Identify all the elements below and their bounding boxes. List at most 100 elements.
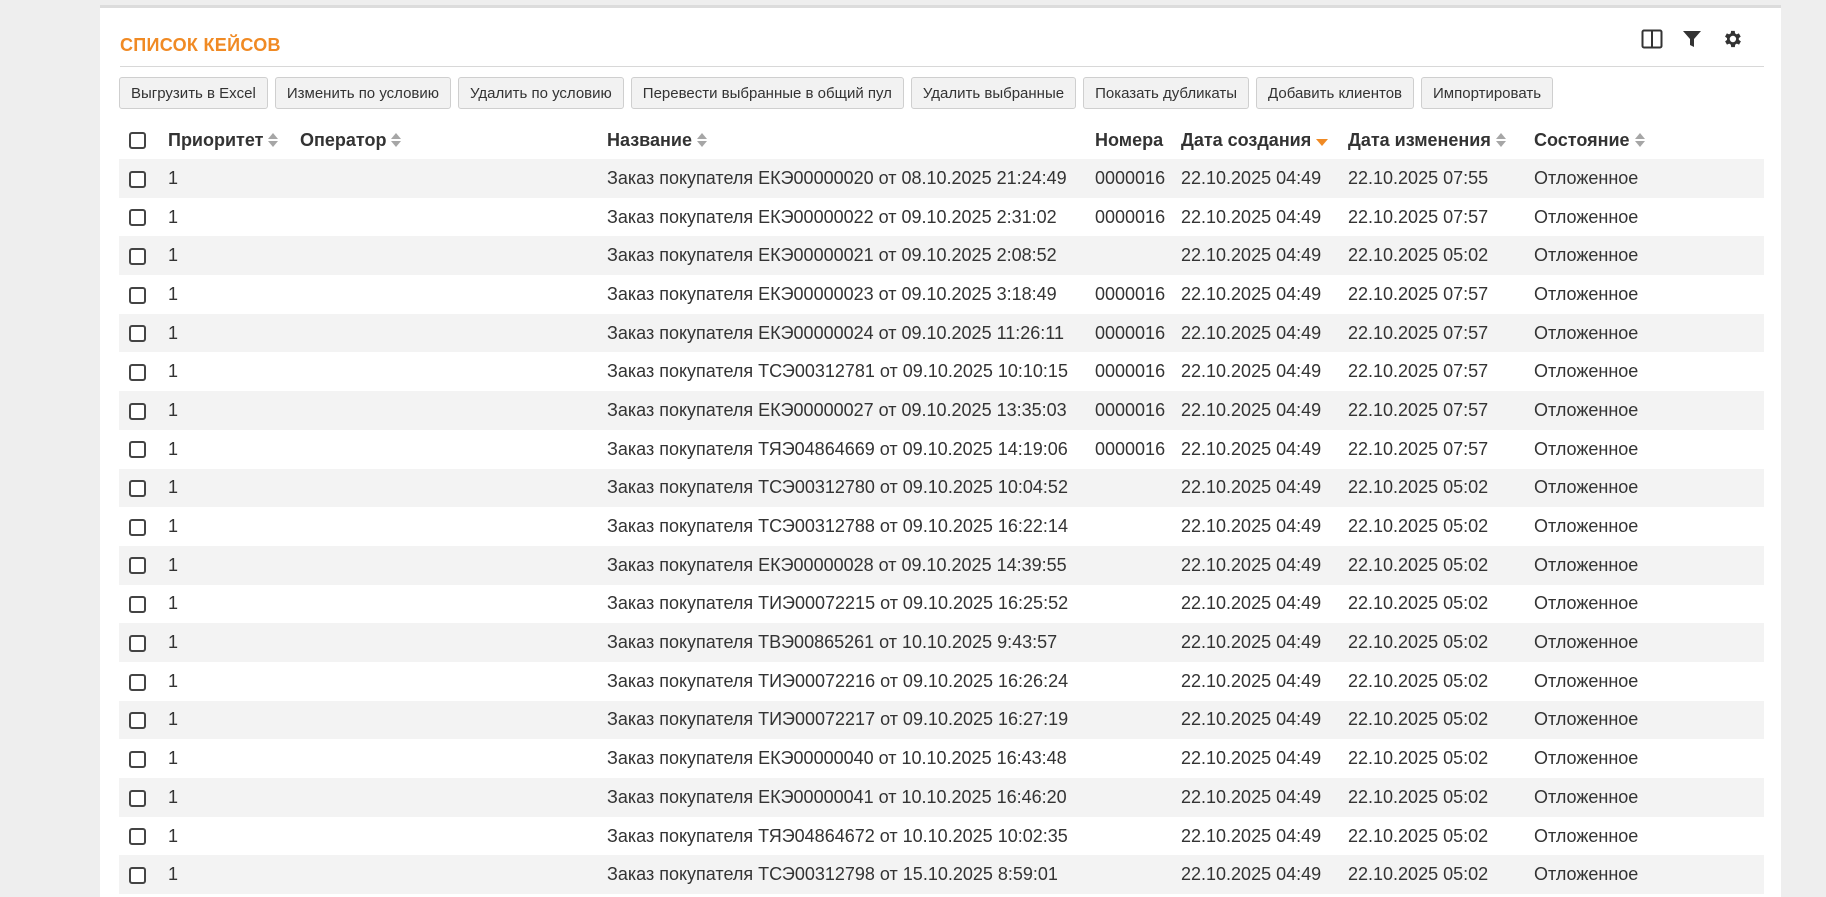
cell-operator — [300, 778, 607, 817]
row-checkbox[interactable] — [129, 441, 146, 459]
cell-priority: 1 — [168, 864, 179, 885]
delete-selected-button[interactable]: Удалить выбранные — [910, 77, 1077, 109]
sort-icon[interactable] — [391, 132, 402, 148]
cell-name[interactable]: Заказ покупателя ТЯЭ04864669 от 09.10.20… — [607, 430, 1095, 469]
row-checkbox[interactable] — [129, 247, 146, 265]
edit-by-condition-button[interactable]: Изменить по условию — [274, 77, 452, 109]
table-row[interactable]: 1 Заказ покупателя ТВЭ00865261 от 10.10.2… — [119, 623, 1764, 662]
table-row[interactable]: 1 Заказ покупателя ЕКЭ00000028 от 09.10.2… — [119, 545, 1764, 585]
row-checkbox[interactable] — [129, 170, 146, 188]
table-row[interactable]: 1 Заказ покупателя ТЯЭ04864669 от 09.10.2… — [119, 429, 1764, 469]
column-header-priority[interactable]: Приоритет — [168, 121, 300, 159]
cell-name[interactable]: Заказ покупателя ТИЭ00072217 от 09.10.20… — [607, 701, 1095, 740]
cell-modified: 22.10.2025 07:57 — [1348, 206, 1489, 227]
row-checkbox[interactable] — [129, 634, 146, 652]
row-checkbox[interactable] — [129, 286, 146, 304]
row-checkbox[interactable] — [129, 789, 146, 807]
sort-icon[interactable] — [1495, 132, 1507, 148]
row-checkbox[interactable] — [129, 480, 146, 498]
table-row[interactable]: 1 Заказ покупателя ТЯЭ04864672 от 10.10.2… — [119, 816, 1764, 856]
row-checkbox[interactable] — [129, 518, 146, 536]
cell-number — [1095, 546, 1181, 585]
delete-by-condition-button[interactable]: Удалить по условию — [458, 77, 624, 109]
table-row[interactable]: 1 Заказ покупателя ЕКЭ00000041 от 10.10.2… — [119, 778, 1764, 817]
cell-name[interactable]: Заказ покупателя ЕКЭ00000022 от 09.10.20… — [607, 198, 1095, 237]
show-duplicates-button[interactable]: Показать дубликаты — [1083, 77, 1250, 109]
cell-name[interactable]: Заказ покупателя ЕКЭ00000028 от 09.10.20… — [607, 546, 1095, 585]
cell-name[interactable]: Заказ покупателя ЕКЭ00000024 от 09.10.20… — [607, 314, 1095, 353]
cell-name[interactable]: Заказ покупателя ТЯЭ04864672 от 10.10.20… — [607, 817, 1095, 856]
table-row[interactable]: 1 Заказ покупателя ЕКЭ00000040 от 10.10.2… — [119, 739, 1764, 778]
row-checkbox[interactable] — [129, 402, 146, 420]
cell-name[interactable]: Заказ покупателя ТИЭ00072216 от 09.10.20… — [607, 662, 1095, 701]
cell-name[interactable]: Заказ покупателя ТСЭ00312781 от 09.10.20… — [607, 352, 1095, 391]
cell-operator — [300, 855, 607, 894]
cell-name[interactable]: Заказ покупателя ЕКЭ00000023 от 09.10.20… — [607, 275, 1095, 314]
cell-name[interactable]: Заказ покупателя ТСЭ00312788 от 09.10.20… — [607, 507, 1095, 546]
table-row[interactable]: 1 Заказ покупателя ТСЭ00312788 от 09.10.2… — [119, 507, 1764, 546]
cell-created: 22.10.2025 04:49 — [1181, 206, 1322, 227]
select-all-checkbox[interactable] — [129, 132, 146, 150]
row-checkbox[interactable] — [129, 750, 146, 768]
column-header-name[interactable]: Название — [607, 121, 1095, 159]
row-checkbox[interactable] — [129, 828, 146, 846]
table-row[interactable]: 1 Заказ покупателя ТСЭ00312780 от 09.10.2… — [119, 468, 1764, 508]
sort-icon[interactable] — [268, 132, 279, 148]
table-row[interactable]: 1 Заказ покупателя ТИЭ00072217 от 09.10.2… — [119, 700, 1764, 740]
cell-operator — [300, 198, 607, 237]
table-row[interactable]: 1 Заказ покупателя ТИЭ00072216 от 09.10.2… — [119, 661, 1764, 701]
settings-gear-icon[interactable] — [1721, 28, 1743, 50]
toolbar: Выгрузить в Excel Изменить по условию Уд… — [119, 77, 1554, 109]
cell-created: 22.10.2025 04:49 — [1181, 361, 1322, 382]
row-checkbox[interactable] — [129, 557, 146, 575]
import-button[interactable]: Импортировать — [1421, 77, 1554, 109]
table-row[interactable]: 1 Заказ покупателя ЕКЭ00000024 от 09.10.2… — [119, 313, 1764, 353]
row-select-cell — [119, 585, 168, 624]
cell-priority: 1 — [168, 167, 179, 188]
row-select-cell — [119, 662, 168, 701]
table-row[interactable]: 1 Заказ покупателя ЕКЭ00000020 от 08.10.2… — [119, 159, 1764, 198]
cell-state: Отложенное — [1534, 786, 1639, 807]
table-row[interactable]: 1 Заказ покупателя ТСЭ00312798 от 15.10.2… — [119, 855, 1764, 895]
cell-name[interactable]: Заказ покупателя ТИЭ00072215 от 09.10.20… — [607, 585, 1095, 624]
row-checkbox[interactable] — [129, 364, 146, 382]
sort-icon[interactable] — [1634, 132, 1646, 148]
column-header-modified[interactable]: Дата изменения — [1348, 121, 1534, 159]
cell-name[interactable]: Заказ покупателя ЕКЭ00000020 от 08.10.20… — [607, 159, 1095, 198]
filter-icon[interactable] — [1681, 28, 1703, 50]
row-checkbox[interactable] — [129, 209, 146, 227]
cell-name[interactable]: Заказ покупателя ЕКЭ00000040 от 10.10.20… — [607, 739, 1095, 778]
table-row[interactable]: 1 Заказ покупателя ЕКЭ00000021 от 09.10.2… — [119, 236, 1764, 276]
page-title: СПИСОК КЕЙСОВ — [120, 35, 281, 55]
cell-name[interactable]: Заказ покупателя ТСЭ00312780 от 09.10.20… — [607, 469, 1095, 508]
column-header-operator[interactable]: Оператор — [300, 121, 607, 159]
row-select-cell — [119, 352, 168, 391]
sort-icon[interactable] — [696, 132, 708, 148]
cell-number — [1095, 817, 1181, 856]
row-checkbox[interactable] — [129, 325, 146, 343]
column-header-state[interactable]: Состояние — [1534, 121, 1764, 159]
row-checkbox[interactable] — [129, 866, 146, 884]
row-checkbox[interactable] — [129, 673, 146, 691]
cell-name[interactable]: Заказ покупателя ЕКЭ00000021 от 09.10.20… — [607, 236, 1095, 275]
row-checkbox[interactable] — [129, 712, 146, 730]
cell-priority: 1 — [168, 399, 179, 420]
cell-name[interactable]: Заказ покупателя ТВЭ00865261 от 10.10.20… — [607, 623, 1095, 662]
row-checkbox[interactable] — [129, 596, 146, 614]
export-excel-button[interactable]: Выгрузить в Excel — [119, 77, 268, 109]
sort-descending-icon[interactable] — [1316, 138, 1329, 146]
table-row[interactable]: 1 Заказ покупателя ЕКЭ00000027 от 09.10.2… — [119, 391, 1764, 430]
move-to-common-pool-button[interactable]: Перевести выбранные в общий пул — [630, 77, 904, 109]
cell-name[interactable]: Заказ покупателя ТСЭ00312798 от 15.10.20… — [607, 855, 1095, 894]
cell-created: 22.10.2025 04:49 — [1181, 477, 1322, 498]
table-row[interactable]: 1 Заказ покупателя ЕКЭ00000023 от 09.10.2… — [119, 275, 1764, 314]
columns-icon[interactable] — [1641, 28, 1663, 50]
cell-name[interactable]: Заказ покупателя ЕКЭ00000041 от 10.10.20… — [607, 778, 1095, 817]
cell-name[interactable]: Заказ покупателя ЕКЭ00000027 от 09.10.20… — [607, 391, 1095, 430]
column-header-created[interactable]: Дата создания — [1181, 121, 1348, 159]
table-row[interactable]: 1 Заказ покупателя ТСЭ00312781 от 09.10.2… — [119, 352, 1764, 392]
table-row[interactable]: 1 Заказ покупателя ЕКЭ00000022 от 09.10.2… — [119, 197, 1764, 237]
column-header-number[interactable]: Номера — [1095, 121, 1181, 159]
table-row[interactable]: 1 Заказ покупателя ТИЭ00072215 от 09.10.2… — [119, 584, 1764, 624]
add-clients-button[interactable]: Добавить клиентов — [1256, 77, 1415, 109]
